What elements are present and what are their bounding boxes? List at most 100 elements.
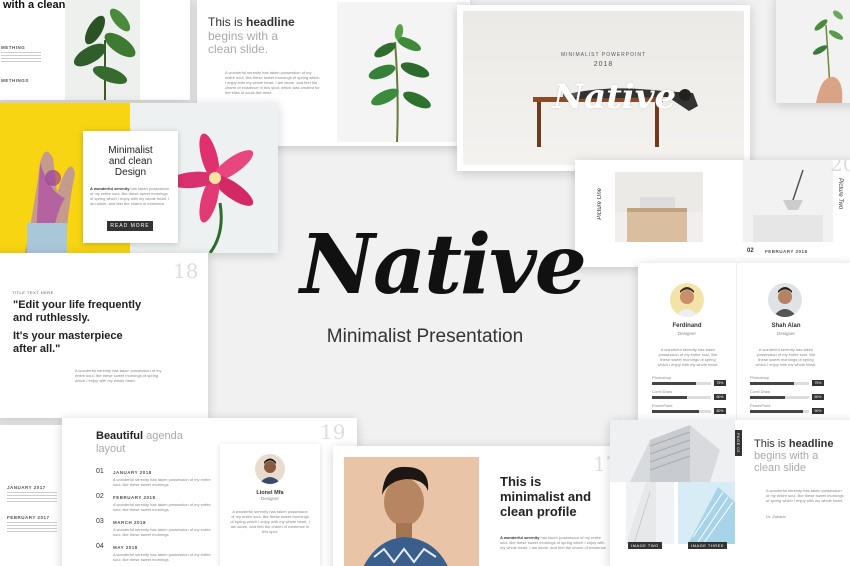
hand-plant-photo xyxy=(776,0,850,103)
member-2-bio: A wonderful serenity has taken possessio… xyxy=(755,347,817,367)
building-headline-bold: headline xyxy=(788,438,834,450)
image-three-tag: IMAGE THREE xyxy=(688,542,727,549)
person-body: A wonderful serenity has taken possessio… xyxy=(230,509,310,534)
quote-line-1: "Edit your life frequently xyxy=(13,299,142,311)
quote-kicker: TITLE TEXT HERE xyxy=(12,290,54,295)
skill-bar: 75% xyxy=(652,380,726,386)
agenda-list: 01 JANUARY 2018 A wonderful serenity has… xyxy=(96,468,221,566)
image-two-tag: IMAGE TWO xyxy=(628,542,662,549)
left-date-1: JANUARY 2017 xyxy=(7,485,46,490)
headline-body: A wonderful serenity has taken possessio… xyxy=(225,70,320,95)
building-photo-3 xyxy=(678,482,735,544)
quote-body: A wonderful serenity has taken possessio… xyxy=(75,368,162,383)
building-author: Dr. Zakaria xyxy=(766,514,786,519)
agenda-item-date: MARCH 2018 xyxy=(113,520,147,525)
slide-plant-partial: with a clean METHING METHINGS xyxy=(0,0,190,100)
skill-bar: 60% xyxy=(750,394,824,400)
agenda-item-body: A wonderful serenity has taken possessio… xyxy=(113,552,211,562)
design-body: A wonderful serenity has taken possessio… xyxy=(90,186,171,206)
agenda-item-body: A wonderful serenity has taken possessio… xyxy=(113,477,211,487)
building-line-3: clean slide xyxy=(754,462,806,474)
list-item: 01 JANUARY 2018 A wonderful serenity has… xyxy=(96,468,221,493)
headline-prefix: This is xyxy=(208,15,247,29)
text-block xyxy=(1,52,41,64)
building-headline: This is headline xyxy=(754,438,833,450)
member-1-name: Ferdinand xyxy=(672,323,702,329)
skill-percent: 75% xyxy=(812,380,824,386)
design-title-3: Design xyxy=(114,167,147,178)
slide-headline: with a clean xyxy=(3,0,66,11)
label-1: METHING xyxy=(1,45,26,50)
picture-one-photo xyxy=(615,172,703,242)
member-1-bio: A wonderful serenity has taken possessio… xyxy=(657,347,719,367)
picture-two-photo xyxy=(743,160,833,242)
skill-fill xyxy=(750,381,795,385)
agenda-item-num: 02 xyxy=(96,493,104,500)
picture-two-label: Picture Two xyxy=(837,178,843,210)
building-photo-1 xyxy=(610,420,735,482)
team-divider xyxy=(736,263,737,427)
skill-track xyxy=(750,381,809,385)
vertical-label: PAGE 02 xyxy=(735,430,742,456)
slide-building: IMAGE TWO IMAGE THREE PAGE 02 This is he… xyxy=(610,420,850,566)
skill-fill xyxy=(750,409,804,413)
slide-agenda: Beautiful agenda layout 19 01 JANUARY 20… xyxy=(62,418,357,566)
agenda-title: Beautiful agenda xyxy=(96,430,183,442)
building-body: A wonderful serenity has taken possessio… xyxy=(766,488,844,503)
skill-fill xyxy=(652,395,688,399)
design-title-1: Minimalist xyxy=(108,145,153,156)
agenda-item-num: 01 xyxy=(96,468,104,475)
profile-line-3: clean profile xyxy=(500,504,577,519)
slide-cover: MINIMALIST POWERPOINT 2018 Native xyxy=(457,5,750,171)
skill-track xyxy=(652,381,711,385)
agenda-item-num: 03 xyxy=(96,518,104,525)
member-1-role: Designer xyxy=(677,331,696,336)
left-date-1-text xyxy=(7,492,57,502)
agenda-title-line-2: layout xyxy=(96,443,126,455)
skill-percent: 80% xyxy=(714,408,726,414)
headline-bold: headline xyxy=(246,15,295,29)
avatar xyxy=(768,283,802,317)
quote-line-3: It's your masterpiece xyxy=(13,330,123,342)
left-date-2: FEBRUARY 2017 xyxy=(7,515,50,520)
skill-percent: 60% xyxy=(812,394,824,400)
pictures-date-num: 02 xyxy=(747,248,754,254)
pictures-date-text: FEBRUARY 2018 xyxy=(765,249,808,254)
label-2: METHINGS xyxy=(1,78,29,83)
building-photo-2 xyxy=(626,482,674,544)
building-line-2: begins with a xyxy=(754,450,819,462)
profile-body: A wonderful serenity has taken possessio… xyxy=(500,535,608,550)
agenda-item-num: 04 xyxy=(96,543,104,550)
member-1-skills: Photoshop 75% Corel Draw 60% PowerPoint … xyxy=(652,375,726,417)
list-item: 04 MAY 2018 A wonderful serenity has tak… xyxy=(96,543,221,566)
agenda-item-body: A wonderful serenity has taken possessio… xyxy=(113,527,211,537)
skill-track xyxy=(652,395,711,399)
list-item: 03 MARCH 2018 A wonderful serenity has t… xyxy=(96,518,221,543)
headline-line-2: begins with a xyxy=(208,29,279,43)
profile-photo xyxy=(344,457,479,566)
slide-profile: This is minimalist and clean profile A w… xyxy=(333,446,628,566)
headline-line-3: clean slide. xyxy=(208,42,269,56)
quote-page-number: 18 xyxy=(173,259,199,283)
slide-pictures: Picture One Picture Two 20 02 FEBRUARY 2… xyxy=(575,160,850,267)
slide-design: Minimalist and clean Design A wonderful … xyxy=(0,103,278,253)
skill-track xyxy=(750,395,809,399)
skill-bar: 75% xyxy=(750,380,824,386)
skill-bar: 80% xyxy=(652,408,726,414)
skill-bar: 60% xyxy=(652,394,726,400)
design-title-2: and clean xyxy=(108,156,153,167)
agenda-page-number: 19 xyxy=(320,420,346,444)
agenda-title-light: agenda xyxy=(146,430,183,442)
skill-percent: 90% xyxy=(812,408,824,414)
read-more-button[interactable]: READ MORE xyxy=(107,221,153,231)
profile-line-2: minimalist and xyxy=(500,489,592,504)
slide-dates-partial: JANUARY 2017 FEBRUARY 2017 xyxy=(0,425,70,566)
member-2-role: Designer xyxy=(776,331,795,336)
member-2-name: Shah Alan xyxy=(771,323,801,329)
avatar xyxy=(670,283,704,317)
person-role: Designer xyxy=(260,496,279,501)
skill-percent: 60% xyxy=(714,394,726,400)
picture-one-label: Picture One xyxy=(597,188,603,220)
member-2-skills: Photoshop 75% Corel Draw 60% PowerPoint … xyxy=(750,375,824,417)
skill-percent: 75% xyxy=(714,380,726,386)
